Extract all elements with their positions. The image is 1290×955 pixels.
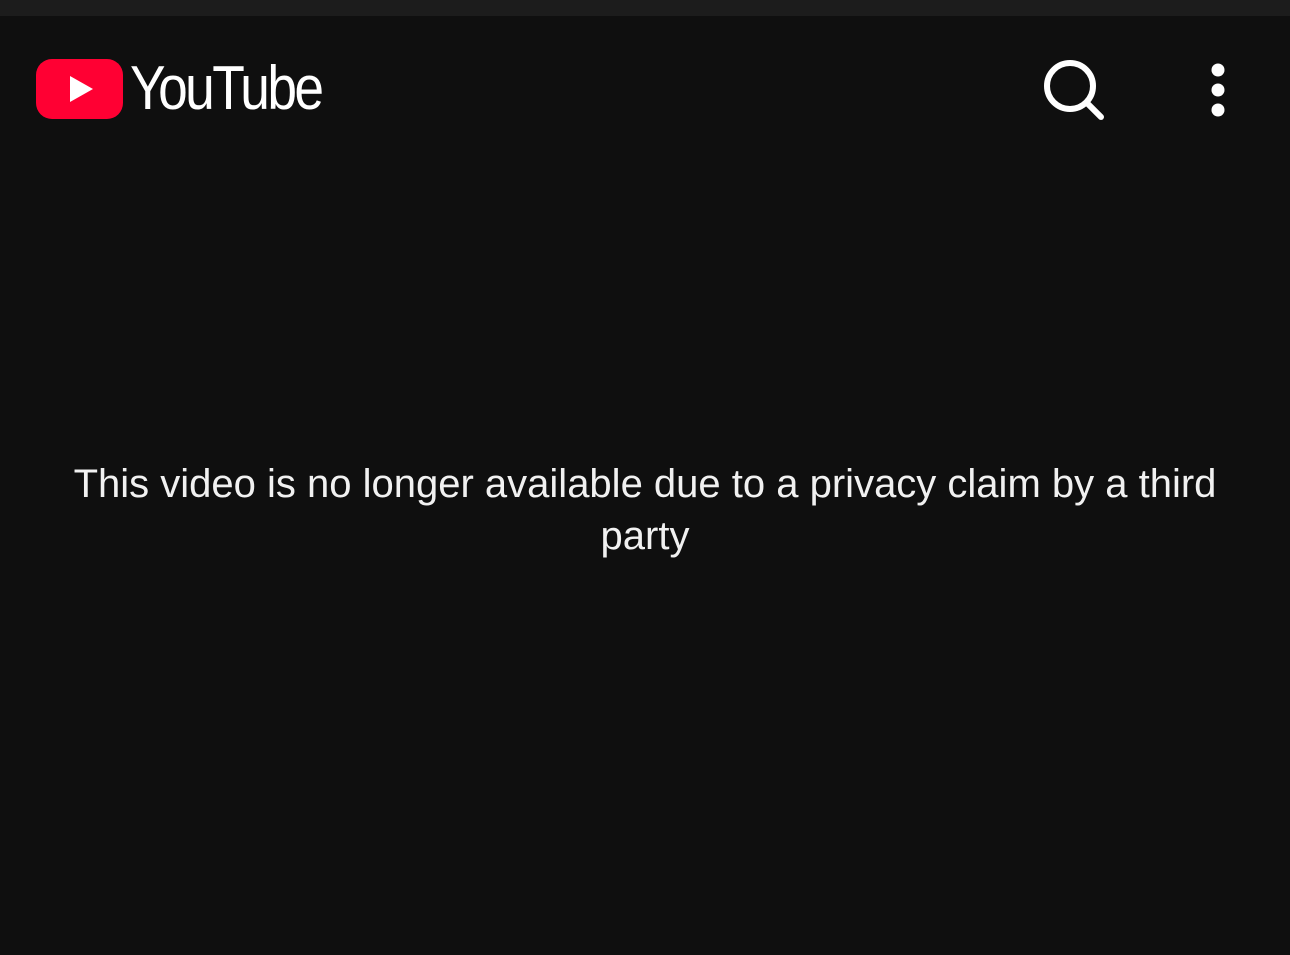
logo-text: YouTube	[130, 54, 324, 123]
app-header: YouTube	[0, 16, 1290, 166]
youtube-logo[interactable]: YouTube	[36, 56, 353, 122]
page: YouTube This video is no longer availabl…	[0, 0, 1290, 955]
unavailable-message: This video is no longer available due to…	[73, 462, 1217, 558]
status-bar-strip	[0, 0, 1290, 16]
youtube-play-logo-icon	[36, 59, 123, 119]
search-button[interactable]	[1036, 54, 1112, 126]
search-icon	[1044, 60, 1104, 120]
more-vert-icon	[1211, 63, 1225, 117]
more-options-button[interactable]	[1190, 54, 1246, 126]
